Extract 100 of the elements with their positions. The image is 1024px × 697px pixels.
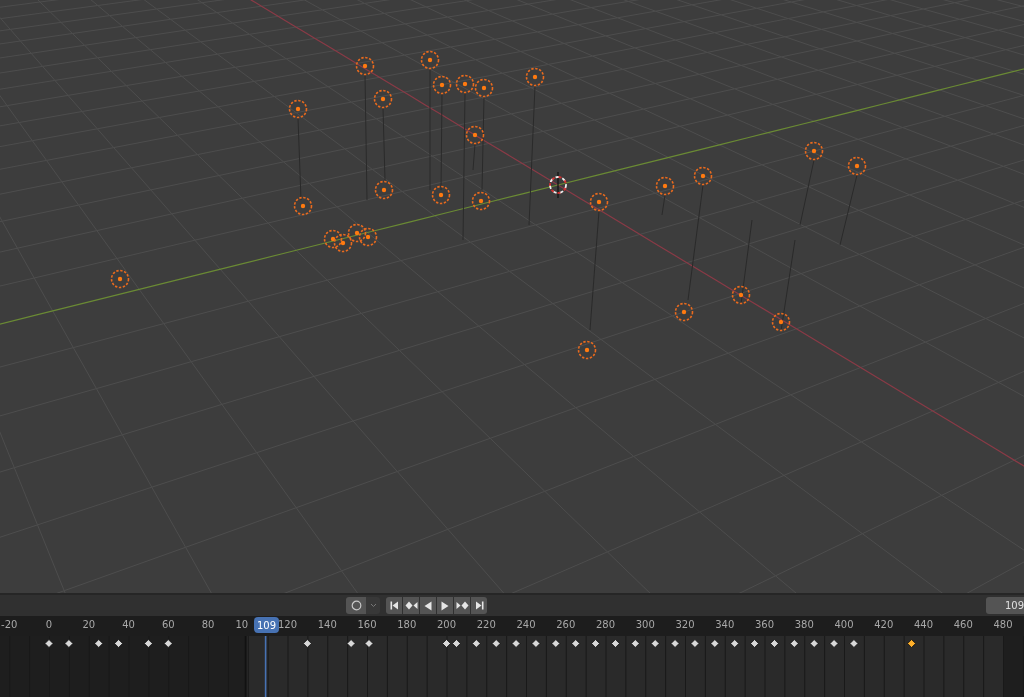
keyframe-icon[interactable] [442, 639, 451, 648]
light-icon[interactable] [455, 74, 475, 94]
play-reverse-icon [424, 600, 432, 611]
keyframe-icon[interactable] [491, 639, 501, 648]
light-icon[interactable] [847, 156, 867, 176]
light-icon[interactable] [333, 233, 353, 253]
light-icon[interactable] [465, 125, 485, 145]
cursor-icon[interactable] [549, 171, 567, 199]
stem-line [661, 194, 666, 216]
light-icon[interactable] [293, 196, 313, 216]
light-icon[interactable] [471, 191, 491, 211]
previous-keyframe-button[interactable] [403, 597, 419, 614]
stem-line [839, 174, 858, 246]
keyframe-icon[interactable] [690, 639, 700, 648]
play-button[interactable] [437, 597, 453, 614]
keyframe-icon[interactable] [303, 639, 312, 648]
keyframe-icon[interactable] [571, 639, 581, 648]
record-button[interactable] [346, 597, 366, 614]
light-icon[interactable] [525, 67, 545, 87]
light-icon[interactable] [674, 302, 694, 322]
keyframe-icon[interactable] [346, 639, 356, 648]
keyframe-icon[interactable] [64, 639, 74, 648]
ruler-label: 360 [754, 619, 775, 630]
light-icon[interactable] [577, 340, 597, 360]
keyframe-icon[interactable] [114, 639, 123, 648]
caret-icon [369, 603, 377, 608]
ruler-label: 120 [277, 619, 298, 630]
keyframe-icon[interactable] [770, 639, 779, 648]
keyframe-icon[interactable] [650, 639, 660, 648]
keyframe-icon[interactable] [670, 639, 680, 648]
keyframe-icon[interactable] [511, 639, 521, 648]
light-icon[interactable] [374, 180, 394, 200]
next-keyframe-button[interactable] [454, 597, 470, 614]
keyframe-icon[interactable] [849, 639, 859, 648]
light-icon[interactable] [693, 166, 713, 186]
light-icon[interactable] [420, 50, 440, 70]
light-icon[interactable] [474, 78, 494, 98]
keyframe-icon[interactable] [829, 639, 839, 648]
keyframe-icon[interactable] [94, 639, 104, 648]
previous-keyframe-icon [404, 601, 418, 610]
ruler-label: 40 [122, 619, 135, 630]
keyframe-icon[interactable] [611, 639, 620, 648]
ruler-label: 20 [82, 619, 96, 630]
keyframe-icon[interactable] [591, 639, 600, 648]
keyframe-icon[interactable] [364, 639, 374, 648]
light-icon[interactable] [804, 141, 824, 161]
keyframe-icon[interactable] [750, 639, 759, 648]
keyframe-icon[interactable] [710, 639, 720, 648]
stem-line [799, 159, 815, 226]
jump-end-icon [474, 601, 484, 610]
ruler-label: 180 [397, 619, 417, 630]
light-icon[interactable] [110, 269, 130, 289]
light-icon[interactable] [731, 285, 751, 305]
ruler-label: 60 [161, 619, 175, 630]
record-icon [350, 600, 362, 611]
play-reverse-button[interactable] [420, 597, 436, 614]
light-icon[interactable] [431, 185, 451, 205]
ruler-label: 380 [794, 619, 814, 630]
play-icon [441, 600, 449, 611]
ruler-label: 400 [834, 619, 854, 630]
keyframe-icon[interactable] [44, 639, 54, 648]
light-icon[interactable] [323, 229, 343, 249]
jump-start-icon [389, 601, 399, 610]
light-icon[interactable] [288, 99, 308, 119]
keyframe-icon[interactable] [730, 639, 740, 648]
ruler-label: 240 [516, 619, 536, 630]
jump-start-button[interactable] [386, 597, 402, 614]
playhead-line[interactable] [264, 636, 267, 697]
jump-end-button[interactable] [471, 597, 487, 614]
light-icon[interactable] [589, 192, 609, 212]
keyframe-icon[interactable] [452, 639, 461, 648]
ruler-label: 0 [45, 619, 53, 630]
keyframe-icon[interactable] [471, 639, 481, 648]
light-icon[interactable] [347, 223, 367, 243]
ruler-label: 340 [715, 619, 735, 630]
ruler-label: 420 [874, 619, 894, 630]
light-icon[interactable] [771, 312, 791, 332]
frame-field[interactable]: 109 [986, 597, 1024, 614]
ruler-label: 320 [675, 619, 695, 630]
keyframe-icon[interactable] [551, 639, 561, 648]
keyframe-icon[interactable] [789, 639, 799, 648]
ruler-label: 140 [317, 619, 337, 630]
ruler-label: 160 [357, 619, 377, 630]
current-frame-indicator[interactable]: 109 [254, 617, 279, 633]
ruler-label: 260 [556, 619, 576, 630]
light-icon[interactable] [355, 56, 375, 76]
ruler-label: 10 [235, 619, 249, 630]
keyframe-icon[interactable] [809, 639, 819, 648]
light-icon[interactable] [358, 227, 378, 247]
keyframe-icon[interactable] [907, 639, 916, 648]
keyframe-icon[interactable] [163, 639, 173, 648]
keyframe-icon[interactable] [630, 639, 640, 648]
light-icon[interactable] [655, 176, 675, 196]
ruler-label: 280 [595, 619, 616, 630]
light-icon[interactable] [432, 75, 452, 95]
keyframe-icon[interactable] [531, 639, 541, 648]
keyframe-icon[interactable] [144, 639, 153, 648]
ruler-label: 440 [913, 619, 934, 630]
ruler-label: 460 [953, 619, 973, 630]
light-icon[interactable] [373, 89, 393, 109]
